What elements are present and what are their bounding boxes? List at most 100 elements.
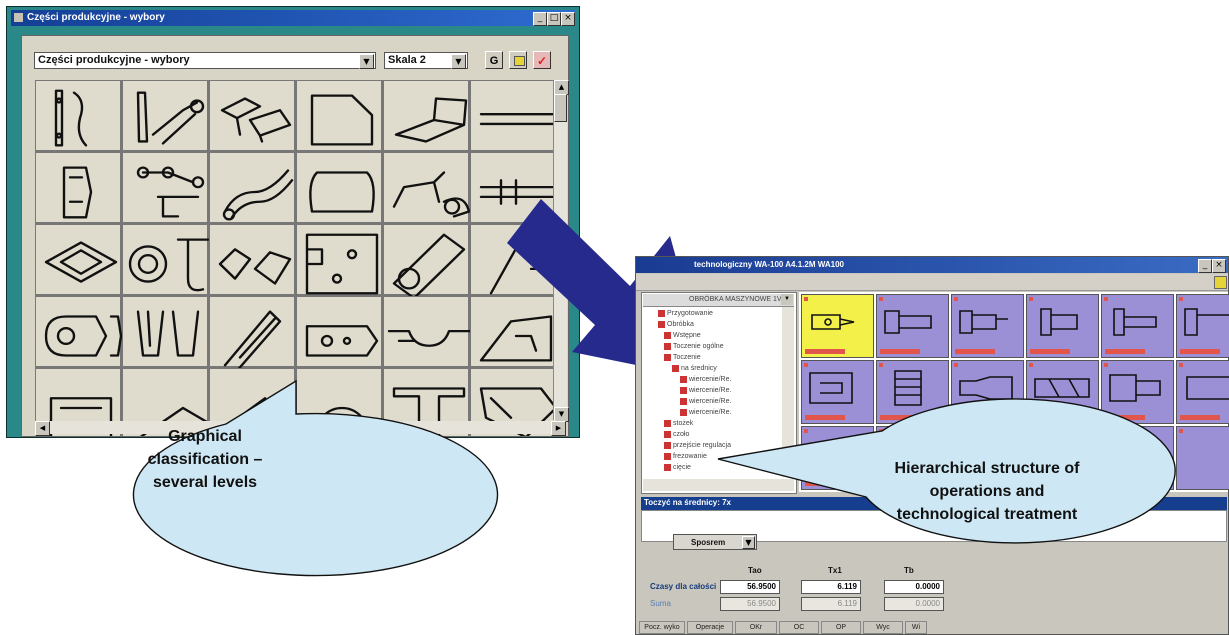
- tree-item[interactable]: wiercenie/Re.: [680, 397, 731, 406]
- category-select[interactable]: Części produkcyjne - wybory ▼: [34, 52, 376, 69]
- cut-op-icon[interactable]: [1176, 360, 1229, 424]
- tree-item[interactable]: wiercenie/Re.: [680, 408, 731, 417]
- minimize-button[interactable]: _: [1198, 259, 1212, 273]
- scale-select-value: Skala 2: [388, 54, 426, 66]
- tree-item[interactable]: stożek: [664, 419, 693, 428]
- lever-part-icon[interactable]: [122, 80, 208, 151]
- close-button[interactable]: ×: [1212, 259, 1226, 273]
- chevron-down-icon[interactable]: ▼: [359, 54, 374, 69]
- op-label: [880, 349, 920, 354]
- chevron-down-icon[interactable]: ▼: [451, 54, 466, 69]
- beam-part-icon[interactable]: [383, 296, 474, 367]
- tree-item[interactable]: czoło: [664, 430, 689, 439]
- g-button[interactable]: G: [485, 51, 503, 69]
- scroll-right-button[interactable]: ▶: [551, 421, 566, 436]
- scroll-left-button[interactable]: ◀: [35, 421, 50, 436]
- maximize-button[interactable]: □: [547, 12, 561, 26]
- clip-part-icon[interactable]: [383, 152, 471, 223]
- technology-window: technologiczny WA-100 A4.1.2M WA100 _ × …: [635, 256, 1229, 635]
- ring-part-icon[interactable]: [35, 296, 123, 367]
- chevron-down-icon[interactable]: ▼: [742, 536, 755, 549]
- rod-part-icon[interactable]: [209, 296, 295, 375]
- tree-hscrollbar[interactable]: [643, 479, 794, 491]
- tree-item[interactable]: frezowanie: [664, 452, 707, 461]
- bar-part-icon[interactable]: [470, 80, 553, 151]
- close-button[interactable]: ×: [561, 12, 575, 26]
- tao-total-field[interactable]: 56.9500: [720, 580, 780, 594]
- tree-item[interactable]: cięcie: [664, 463, 691, 472]
- tree-item-label: Przygotowanie: [667, 310, 713, 317]
- tree-item-label: cięcie: [673, 464, 691, 471]
- status-button[interactable]: Pocz. wyko: [639, 621, 685, 634]
- angle-part-icon[interactable]: [383, 80, 469, 151]
- status-button[interactable]: OP: [821, 621, 861, 634]
- catalog-panel: Części produkcyjne - wybory ▼ Skala 2 ▼ …: [21, 35, 569, 437]
- tree-item[interactable]: przejście regulacja: [664, 441, 731, 450]
- folder-button[interactable]: [509, 51, 527, 69]
- confirm-button[interactable]: ✓: [533, 51, 551, 69]
- channel-part-icon[interactable]: [209, 80, 295, 151]
- tree-item[interactable]: Wstępne: [664, 331, 701, 340]
- catalog-window-titlebar[interactable]: Części produkcyjne - wybory _ □ ×: [11, 10, 575, 26]
- facing-op-icon[interactable]: [1101, 294, 1174, 358]
- tube-part-icon[interactable]: [383, 224, 469, 300]
- boring-op-icon[interactable]: [1026, 360, 1099, 424]
- technology-window-titlebar[interactable]: technologiczny WA-100 A4.1.2M WA100 _ ×: [636, 257, 1228, 273]
- tree-scrollbar[interactable]: [782, 307, 794, 477]
- scale-select[interactable]: Skala 2 ▼: [384, 52, 468, 69]
- tree-item[interactable]: na średnicy: [672, 364, 717, 373]
- status-button[interactable]: Wyc: [863, 621, 903, 634]
- tree-item[interactable]: Toczenie: [664, 353, 701, 362]
- grid-plate-icon[interactable]: [35, 224, 121, 295]
- folder-icon: [680, 408, 687, 416]
- right-callout-text: Hierarchical structure of operations and…: [852, 457, 1122, 526]
- operation-drawing: [1034, 378, 1090, 398]
- toolbar-icon[interactable]: [1214, 276, 1227, 289]
- shaft-op-icon[interactable]: [1176, 294, 1229, 358]
- status-button[interactable]: OC: [779, 621, 819, 634]
- tree-item-label: Obróbka: [667, 321, 694, 328]
- status-button[interactable]: Operacje: [687, 621, 733, 634]
- step-op-icon[interactable]: [1101, 360, 1174, 424]
- status-button[interactable]: Wi: [905, 621, 927, 634]
- housing-part-icon[interactable]: [35, 152, 121, 223]
- flange-hook-icon[interactable]: [122, 224, 210, 295]
- tx1-total-field[interactable]: 6.119: [801, 580, 861, 594]
- taper-op-icon[interactable]: [951, 360, 1024, 424]
- bent-tube-icon[interactable]: [209, 152, 295, 223]
- method-select[interactable]: Sposrem ▼: [673, 534, 757, 550]
- chuck-op-icon[interactable]: [876, 360, 949, 424]
- folder-icon: [680, 375, 687, 383]
- block-op-icon[interactable]: [801, 360, 874, 424]
- tb-total-field[interactable]: 0.0000: [884, 580, 944, 594]
- tree-item[interactable]: Obróbka: [658, 320, 694, 329]
- operation-drawing: [809, 372, 853, 404]
- turning-tool-icon[interactable]: [801, 294, 874, 358]
- tree-header[interactable]: OBRÓBKA MASZYNOWE 1V ▼: [643, 294, 794, 307]
- shaft-op-icon[interactable]: [951, 294, 1024, 358]
- bracket-part-icon[interactable]: [35, 80, 121, 151]
- shaft-op-icon[interactable]: [876, 294, 949, 358]
- chevron-down-icon[interactable]: ▼: [781, 294, 793, 305]
- tree-item[interactable]: wiercenie/Re.: [680, 375, 731, 384]
- slot-plate-icon[interactable]: [296, 296, 382, 367]
- tree-item[interactable]: Toczenie ogólne: [664, 342, 724, 351]
- plate-polygon-icon[interactable]: [296, 80, 382, 151]
- facing-op-icon[interactable]: [1026, 294, 1099, 358]
- holed-plate-icon[interactable]: [296, 224, 382, 295]
- frame-part-icon[interactable]: [296, 152, 382, 223]
- op-marker: [1104, 429, 1108, 433]
- tree-item[interactable]: wiercenie/Re.: [680, 386, 731, 395]
- operation-drawing: [1184, 308, 1229, 336]
- minimize-button[interactable]: _: [533, 12, 547, 26]
- scroll-up-button[interactable]: ▲: [554, 80, 569, 95]
- scroll-down-button[interactable]: ▼: [554, 407, 569, 422]
- linkage-part-icon[interactable]: [122, 152, 208, 223]
- profile-part-icon[interactable]: [209, 224, 295, 295]
- empty-operation-slot[interactable]: [1176, 426, 1229, 490]
- status-button[interactable]: OKr: [735, 621, 777, 634]
- fork-part-icon[interactable]: [122, 296, 208, 367]
- tree-item[interactable]: Przygotowanie: [658, 309, 713, 318]
- scroll-thumb[interactable]: [554, 94, 567, 122]
- tree-item-label: Wstępne: [673, 332, 701, 339]
